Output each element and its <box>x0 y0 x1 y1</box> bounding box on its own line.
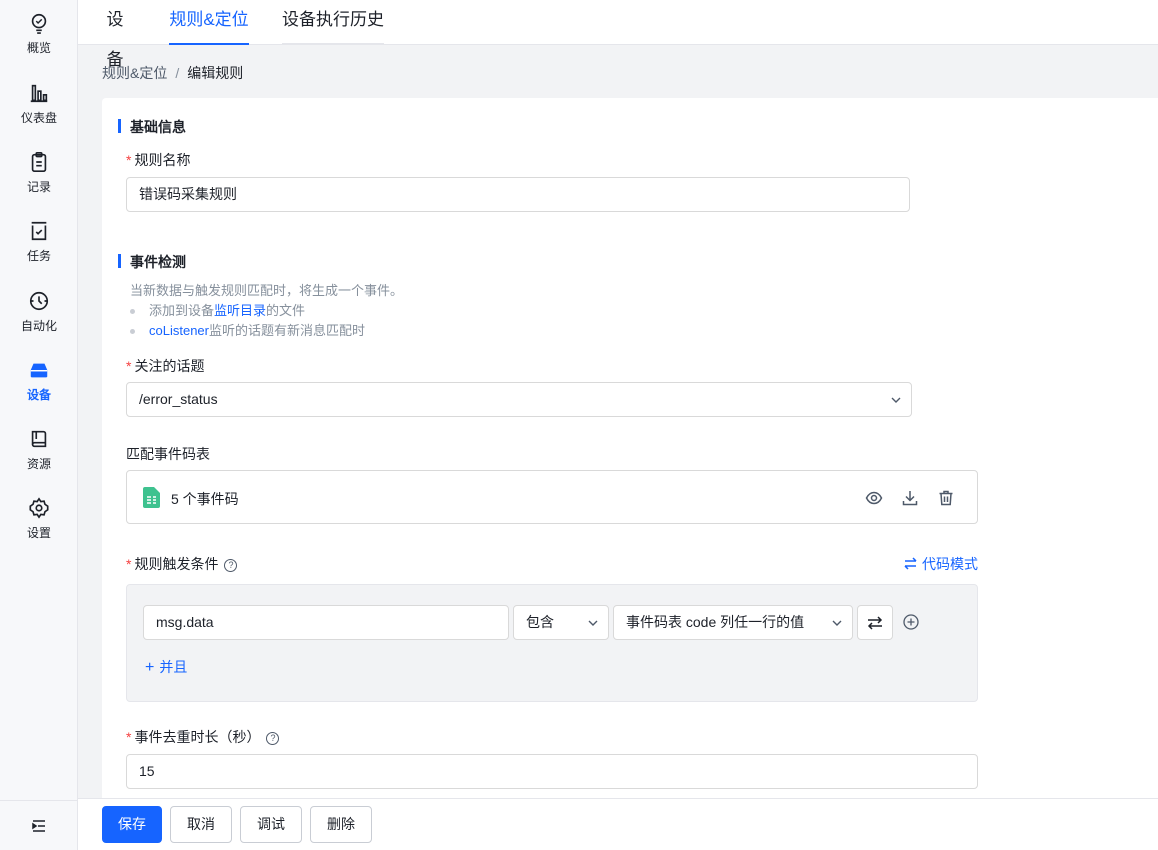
topic-label: * 关注的话题 <box>126 358 205 374</box>
add-condition-icon[interactable] <box>903 614 919 630</box>
event-bullet-2: coListener监听的话题有新消息匹配时 <box>130 320 365 339</box>
trash-icon[interactable] <box>937 489 955 507</box>
bulb-icon <box>31 13 47 34</box>
eye-icon[interactable] <box>865 489 883 507</box>
colistener-link[interactable]: coListener <box>149 323 209 338</box>
spreadsheet-icon <box>143 487 160 508</box>
nav-label: 资源 <box>26 457 51 471</box>
sidebar: 概览 仪表盘 记录 任务 自动化 设备 资源 设置 <box>0 0 78 850</box>
tab-rules-location[interactable]: 规则&定位 <box>169 0 249 45</box>
nav-label: 设备 <box>26 388 51 402</box>
add-and-condition-button[interactable]: + 并且 <box>145 657 187 677</box>
help-icon[interactable]: ? <box>224 559 238 572</box>
monitor-dir-link[interactable]: 监听目录 <box>214 303 266 318</box>
breadcrumb-current: 编辑规则 <box>187 65 244 81</box>
swap-arrows-icon <box>867 615 883 630</box>
nav-label: 自动化 <box>20 319 57 333</box>
tab-execution-history[interactable]: 设备执行历史 <box>282 0 384 45</box>
nav-devices[interactable]: 设备 <box>0 359 78 421</box>
dedup-label: * 事件去重时长（秒）? <box>126 727 280 747</box>
condition-builder: msg.data 包含 事件码表 code 列任一行的值 + 并且 <box>126 584 978 702</box>
condition-value: 事件码表 code 列任一行的值 <box>626 614 805 630</box>
swap-operands-button[interactable] <box>857 605 893 640</box>
nav-tasks[interactable]: 任务 <box>0 220 78 282</box>
condition-operator-select[interactable]: 包含 <box>513 605 609 640</box>
chevron-down-icon <box>832 620 842 626</box>
book-icon <box>31 430 47 448</box>
code-table-count: 5 个事件码 <box>171 491 239 507</box>
topic-select[interactable]: /error_status <box>126 382 912 417</box>
help-icon[interactable]: ? <box>266 732 280 745</box>
download-icon[interactable] <box>901 489 919 507</box>
automation-icon <box>29 291 49 311</box>
clipboard-icon <box>31 152 47 172</box>
nav-label: 概览 <box>26 41 51 55</box>
collapse-icon <box>32 819 45 832</box>
debug-button[interactable]: 调试 <box>240 806 302 843</box>
breadcrumb-parent[interactable]: 规则&定位 <box>102 65 167 81</box>
form-card: 基础信息 * 规则名称 错误码采集规则 事件检测 当新数据与触发规则匹配时，将生成… <box>102 98 1158 798</box>
condition-value-select[interactable]: 事件码表 code 列任一行的值 <box>613 605 853 640</box>
nav-settings[interactable]: 设置 <box>0 497 78 559</box>
nav-records[interactable]: 记录 <box>0 151 78 213</box>
chevron-down-icon <box>891 397 901 403</box>
action-footer: 保存 取消 调试 删除 <box>78 798 1158 850</box>
sidebar-collapse-button[interactable] <box>0 800 78 850</box>
dedup-duration-input[interactable]: 15 <box>126 754 978 789</box>
operator-value: 包含 <box>526 614 554 630</box>
bar-chart-icon <box>30 84 48 103</box>
task-icon <box>31 221 47 241</box>
nav-label: 仪表盘 <box>20 111 57 125</box>
section-event-detection: 事件检测 <box>118 252 186 272</box>
code-table-label: 匹配事件码表 <box>126 446 210 462</box>
nav-label: 设置 <box>26 526 51 540</box>
nav-label: 记录 <box>26 180 51 194</box>
breadcrumb: 规则&定位 / 编辑规则 <box>102 63 243 83</box>
nav-label: 任务 <box>26 249 51 263</box>
cancel-button[interactable]: 取消 <box>170 806 232 843</box>
nav-resources[interactable]: 资源 <box>0 428 78 490</box>
section-basic-info: 基础信息 <box>118 117 186 137</box>
code-table-file: 5 个事件码 <box>126 470 978 524</box>
topic-value: /error_status <box>139 391 218 407</box>
code-mode-button[interactable]: 代码模式 <box>904 554 978 574</box>
breadcrumb-separator: / <box>175 65 180 81</box>
tab-devices[interactable]: 设备 <box>99 0 131 69</box>
save-button[interactable]: 保存 <box>102 806 162 843</box>
condition-label: * 规则触发条件? <box>126 554 238 574</box>
event-bullet-1: 添加到设备监听目录的文件 <box>130 300 305 319</box>
chevron-down-icon <box>588 620 598 626</box>
delete-button[interactable]: 删除 <box>310 806 372 843</box>
rule-name-label: * 规则名称 <box>126 152 191 168</box>
device-icon <box>30 363 48 378</box>
nav-automation[interactable]: 自动化 <box>0 290 78 352</box>
nav-dashboard[interactable]: 仪表盘 <box>0 82 78 144</box>
rule-name-input[interactable]: 错误码采集规则 <box>126 177 910 212</box>
event-description: 当新数据与触发规则匹配时，将生成一个事件。 <box>130 283 404 298</box>
gear-icon <box>29 497 49 519</box>
nav-overview[interactable]: 概览 <box>0 12 78 74</box>
swap-icon <box>904 557 917 570</box>
condition-field-input[interactable]: msg.data <box>143 605 509 640</box>
top-tab-bar: 设备 规则&定位 设备执行历史 <box>78 0 1158 69</box>
